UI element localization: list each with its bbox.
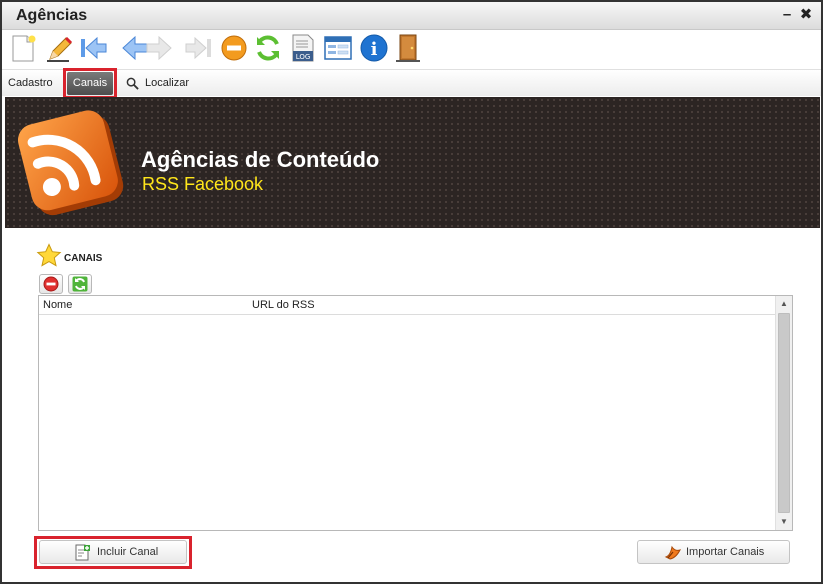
- header-banner: Agências de Conteúdo RSS Facebook: [5, 97, 820, 228]
- agencias-window: Agências – ✖ LOG i Cadastro Localizar Ca…: [0, 0, 823, 584]
- remove-icon: [43, 276, 59, 292]
- edit-pencil-icon[interactable]: [44, 33, 74, 63]
- next-record-icon[interactable]: [144, 33, 174, 63]
- scroll-up-arrow-icon[interactable]: ▲: [776, 296, 792, 312]
- toolbar: LOG i: [2, 31, 821, 67]
- grid-scrollbar[interactable]: ▲ ▼: [775, 296, 792, 530]
- column-nome[interactable]: Nome: [43, 299, 72, 311]
- refresh-channels-button[interactable]: [68, 274, 92, 294]
- star-icon: [36, 243, 62, 267]
- close-button[interactable]: ✖: [797, 6, 815, 24]
- window-title: Agências: [16, 7, 88, 24]
- importar-canais-label: Importar Canais: [686, 546, 765, 558]
- incluir-canal-label: Incluir Canal: [97, 546, 159, 558]
- tab-cadastro[interactable]: Cadastro: [8, 75, 53, 92]
- scroll-thumb[interactable]: [778, 313, 790, 513]
- first-record-icon[interactable]: [78, 33, 108, 63]
- delete-icon[interactable]: [219, 33, 249, 63]
- column-url-rss[interactable]: URL do RSS: [252, 299, 315, 311]
- scroll-down-arrow-icon[interactable]: ▼: [776, 514, 792, 530]
- remove-channel-button[interactable]: [39, 274, 63, 294]
- info-label: i: [371, 39, 378, 60]
- log-label: LOG: [296, 53, 311, 61]
- section-title: CANAIS: [64, 253, 103, 264]
- search-icon[interactable]: [126, 75, 140, 92]
- rss-feed-icon: [17, 110, 124, 216]
- new-document-icon[interactable]: [8, 33, 38, 63]
- tab-canais[interactable]: Canais: [67, 72, 113, 95]
- log-icon[interactable]: LOG: [288, 33, 318, 63]
- grid-header: Nome URL do RSS: [39, 296, 775, 315]
- incluir-canal-button[interactable]: Incluir Canal: [39, 540, 187, 564]
- tab-localizar[interactable]: Localizar: [145, 75, 189, 92]
- tabs-bar: Cadastro Localizar: [2, 69, 821, 96]
- refresh-small-icon: [72, 276, 88, 292]
- banner-subtitle: RSS Facebook: [142, 174, 264, 194]
- importar-canais-button[interactable]: Importar Canais: [637, 540, 790, 564]
- form-view-icon[interactable]: [323, 33, 353, 63]
- add-document-icon: [75, 544, 90, 561]
- banner-title: Agências de Conteúdo: [141, 147, 380, 172]
- minimize-button[interactable]: –: [778, 6, 796, 24]
- exit-door-icon[interactable]: [393, 33, 423, 63]
- last-record-icon[interactable]: [184, 33, 214, 63]
- info-icon[interactable]: i: [359, 33, 389, 63]
- refresh-icon[interactable]: [253, 33, 283, 63]
- import-icon: [664, 545, 681, 560]
- channels-grid[interactable]: Nome URL do RSS ▲ ▼: [38, 295, 793, 531]
- title-bar: Agências – ✖: [2, 2, 821, 30]
